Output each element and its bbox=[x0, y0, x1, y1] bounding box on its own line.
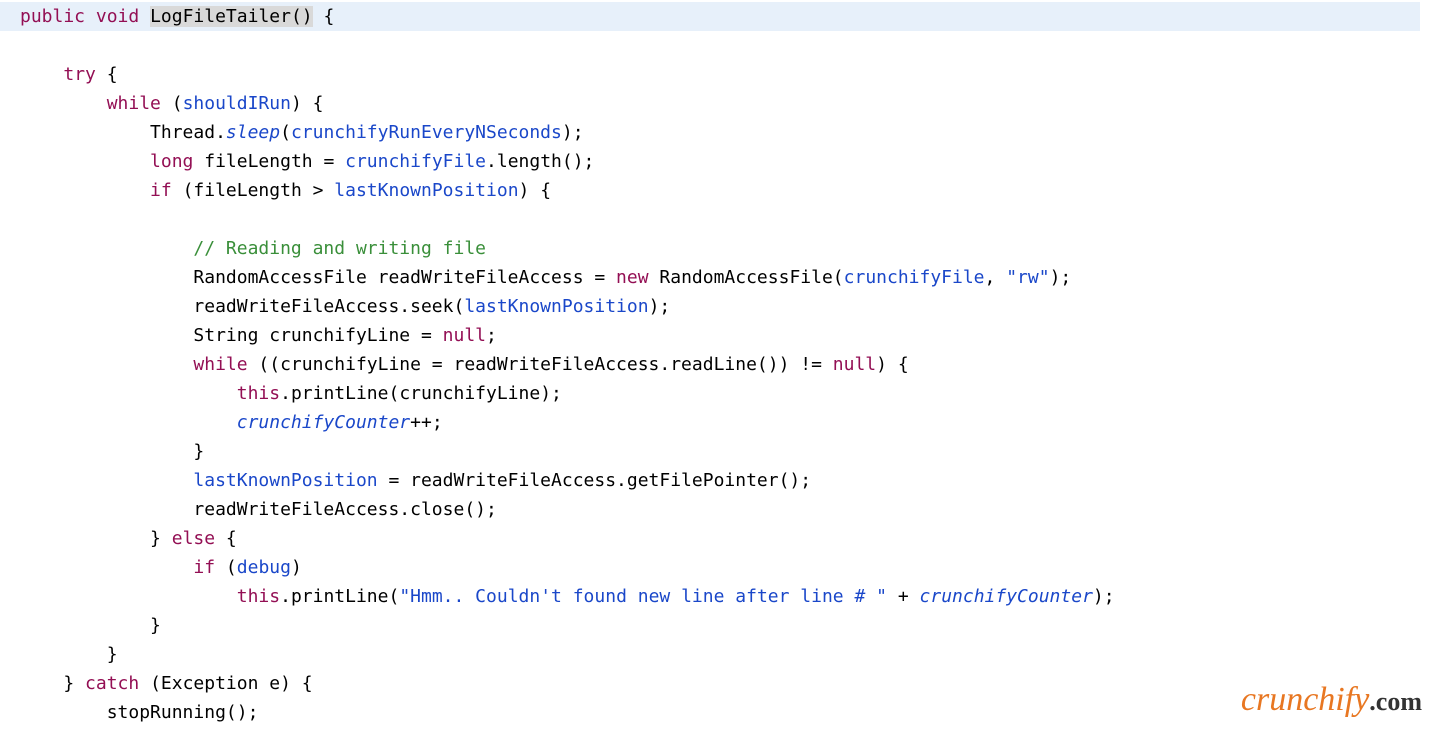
method-parens: () bbox=[291, 6, 313, 27]
field-lastKnownPosition: lastKnownPosition bbox=[193, 470, 377, 491]
text: fileLength = bbox=[193, 151, 345, 172]
brace: } bbox=[193, 441, 204, 462]
method-name: LogFileTailer bbox=[150, 6, 291, 27]
field-lastKnownPosition: lastKnownPosition bbox=[464, 296, 648, 317]
text: , bbox=[985, 267, 1007, 288]
keyword-void: void bbox=[96, 6, 139, 27]
text: ); bbox=[649, 296, 671, 317]
text: ) bbox=[291, 557, 302, 578]
keyword-if: if bbox=[150, 180, 172, 201]
string-literal: "Hmm.. Couldn't found new line after lin… bbox=[399, 586, 887, 607]
field-shouldIRun: shouldIRun bbox=[183, 93, 291, 114]
text: ( bbox=[215, 557, 237, 578]
text: = readWriteFileAccess.getFilePointer(); bbox=[378, 470, 811, 491]
code-block: public void LogFileTailer() { try { whil… bbox=[0, 0, 1440, 727]
static-method: sleep bbox=[226, 122, 280, 143]
text: ( bbox=[280, 122, 291, 143]
string-literal: "rw" bbox=[1006, 267, 1049, 288]
text: ( bbox=[161, 93, 183, 114]
text: + bbox=[887, 586, 920, 607]
text: ); bbox=[1093, 586, 1115, 607]
type: RandomAccessFile( bbox=[649, 267, 844, 288]
brace: } bbox=[107, 644, 118, 665]
watermark-brand: crunchify bbox=[1241, 681, 1369, 718]
keyword-new: new bbox=[616, 267, 649, 288]
keyword-public: public bbox=[20, 6, 85, 27]
field-crunchifyFile: crunchifyFile bbox=[844, 267, 985, 288]
keyword-if: if bbox=[193, 557, 215, 578]
keyword-while: while bbox=[107, 93, 161, 114]
text: ; bbox=[486, 325, 497, 346]
field-runEvery: crunchifyRunEveryNSeconds bbox=[291, 122, 562, 143]
text: ++; bbox=[410, 412, 443, 433]
highlighted-line: public void LogFileTailer() { bbox=[0, 2, 1420, 31]
text: readWriteFileAccess.close(); bbox=[193, 499, 496, 520]
text: ); bbox=[562, 122, 584, 143]
field-crunchifyFile: crunchifyFile bbox=[345, 151, 486, 172]
text: } bbox=[150, 528, 172, 549]
field-crunchifyCounter: crunchifyCounter bbox=[237, 412, 410, 433]
type: RandomAccessFile bbox=[193, 267, 377, 288]
text: { bbox=[215, 528, 237, 549]
text: readWriteFileAccess.seek( bbox=[193, 296, 464, 317]
text: ) { bbox=[291, 93, 324, 114]
keyword-catch: catch bbox=[85, 673, 139, 694]
keyword-this: this bbox=[237, 586, 280, 607]
keyword-null: null bbox=[833, 354, 876, 375]
text: ) { bbox=[519, 180, 552, 201]
var: readWriteFileAccess = bbox=[378, 267, 616, 288]
comment: // Reading and writing file bbox=[193, 238, 486, 259]
text: ) { bbox=[876, 354, 909, 375]
text: stopRunning(); bbox=[107, 702, 259, 723]
keyword-try: try bbox=[63, 64, 96, 85]
text: .printLine(crunchifyLine); bbox=[280, 383, 562, 404]
text: (Exception e) { bbox=[139, 673, 312, 694]
class-ref: Thread. bbox=[150, 122, 226, 143]
brace: { bbox=[313, 6, 335, 27]
text: } bbox=[63, 673, 85, 694]
watermark: crunchify.com bbox=[1241, 685, 1422, 716]
field-debug: debug bbox=[237, 557, 291, 578]
field-lastKnownPosition: lastKnownPosition bbox=[334, 180, 518, 201]
keyword-while: while bbox=[193, 354, 247, 375]
text: (fileLength > bbox=[172, 180, 335, 201]
text: String crunchifyLine = bbox=[193, 325, 442, 346]
text: .printLine( bbox=[280, 586, 399, 607]
text: ((crunchifyLine = readWriteFileAccess.re… bbox=[248, 354, 833, 375]
watermark-dotcom: .com bbox=[1369, 687, 1422, 716]
keyword-this: this bbox=[237, 383, 280, 404]
brace: { bbox=[96, 64, 118, 85]
keyword-null: null bbox=[443, 325, 486, 346]
field-crunchifyCounter: crunchifyCounter bbox=[920, 586, 1093, 607]
keyword-long: long bbox=[150, 151, 193, 172]
text: ); bbox=[1050, 267, 1072, 288]
brace: } bbox=[150, 615, 161, 636]
keyword-else: else bbox=[172, 528, 215, 549]
text: .length(); bbox=[486, 151, 594, 172]
